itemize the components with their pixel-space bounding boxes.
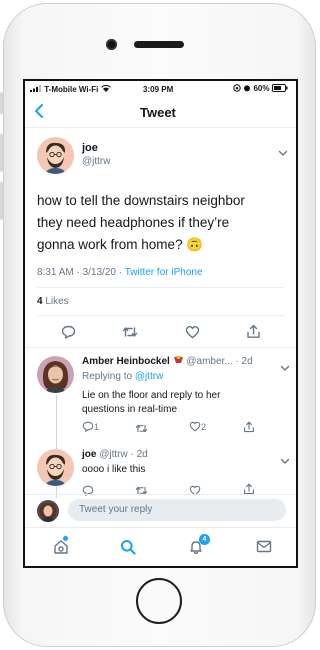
wifi-icon <box>100 85 111 94</box>
reply-icon <box>61 325 76 343</box>
heart-icon <box>189 421 201 434</box>
share-icon <box>243 482 255 499</box>
divider <box>37 315 284 316</box>
reply-action-share[interactable] <box>243 420 255 438</box>
back-button[interactable] <box>34 103 44 124</box>
notifications-badge: 4 <box>199 534 210 545</box>
author-name[interactable]: joe <box>82 449 96 460</box>
replying-prefix: Replying to <box>82 371 135 382</box>
meta-separator: · <box>115 267 125 278</box>
reply-menu-button[interactable] <box>280 359 290 377</box>
likes-count[interactable]: 4 Likes <box>37 296 69 307</box>
reply-text: Lie on the floor and reply to her questi… <box>82 389 220 417</box>
phone-screen: T-Mobile Wi-Fi 3:09 PM 60% Tweet joe @jt… <box>23 79 298 568</box>
reply-input[interactable]: Tweet your reply <box>68 499 286 521</box>
trophy-emoji-icon <box>173 355 184 368</box>
share-icon <box>246 324 261 343</box>
reply-action-share[interactable] <box>243 482 255 500</box>
avatar[interactable] <box>37 449 74 486</box>
lock-rotation-icon <box>233 84 241 94</box>
retweet-button[interactable] <box>122 325 138 344</box>
like-button[interactable] <box>185 325 200 344</box>
my-avatar <box>37 500 59 522</box>
reply-header: joe @jttrw · 2d <box>82 449 148 460</box>
home-new-dot <box>63 536 68 541</box>
reply-age: · 2d <box>235 356 253 367</box>
author-handle: @jttrw <box>82 156 111 167</box>
reply-text: oooo i like this <box>82 464 146 475</box>
tweet-date: 3/13/20 <box>82 267 116 278</box>
author-handle: @amber... <box>186 356 233 367</box>
tweet-text-line: they need headphones if they’re <box>37 215 230 230</box>
retweet-icon <box>135 421 148 438</box>
retweet-icon <box>122 326 138 343</box>
tweet-source-link[interactable]: Twitter for iPhone <box>125 267 203 278</box>
reply-header: Amber Heinbockel @amber... · 2d <box>82 355 253 368</box>
page-title: Tweet <box>140 105 176 120</box>
reply-action-like[interactable]: 2 <box>189 421 206 434</box>
divider <box>37 287 284 288</box>
avatar[interactable] <box>37 137 74 174</box>
home-button[interactable] <box>136 578 182 624</box>
reply-button[interactable] <box>61 325 76 344</box>
tweet-menu-button[interactable] <box>278 144 288 162</box>
composer-divider <box>25 494 296 495</box>
heart-icon <box>189 483 201 500</box>
replying-to-link[interactable]: @jttrw <box>135 371 163 382</box>
signal-icon <box>30 85 42 94</box>
retweet-icon <box>135 483 148 500</box>
home-icon <box>53 540 69 559</box>
search-icon <box>120 540 136 559</box>
like-count: 2 <box>201 421 207 432</box>
tweet-meta: 8:31 AM · 3/13/20 · Twitter for iPhone <box>37 267 203 278</box>
tab-messages[interactable] <box>256 540 272 558</box>
status-bar: T-Mobile Wi-Fi <box>30 85 111 94</box>
tweet-text-line: gonna work from home? 🙃 <box>37 237 204 252</box>
chevron-down-icon <box>280 359 290 376</box>
messages-icon <box>256 540 272 557</box>
front-camera <box>106 39 117 50</box>
tweet-text: how to tell the downstairs neighbor they… <box>37 190 245 256</box>
volume-down-button <box>0 182 3 220</box>
avatar[interactable] <box>37 356 74 393</box>
status-time: 3:09 PM <box>143 85 174 94</box>
replying-to: Replying to @jttrw <box>82 371 163 382</box>
mute-switch <box>0 92 3 114</box>
status-right: 60% <box>233 84 288 94</box>
divider <box>25 347 296 348</box>
reply-text-line: questions in real-time <box>82 404 178 415</box>
carrier-label: T-Mobile Wi-Fi <box>44 85 99 94</box>
earpiece-speaker <box>134 41 184 48</box>
meta-separator: · <box>73 267 83 278</box>
reply-icon <box>82 483 94 500</box>
tab-search[interactable] <box>120 539 136 560</box>
reply-action-retweet[interactable] <box>135 421 148 439</box>
volume-up-button <box>0 134 3 172</box>
reply-menu-button[interactable] <box>280 452 290 470</box>
alarm-icon <box>243 84 251 94</box>
share-button[interactable] <box>246 324 261 344</box>
battery-percent: 60% <box>253 84 270 94</box>
battery-icon <box>271 84 288 94</box>
reply-text-line: Lie on the floor and reply to her <box>82 390 221 401</box>
tab-home[interactable] <box>53 536 69 560</box>
reply-count: 1 <box>94 421 100 432</box>
author-name[interactable]: joe <box>82 142 98 154</box>
chevron-down-icon <box>280 452 290 469</box>
author-name[interactable]: Amber Heinbockel <box>82 356 170 367</box>
heart-icon <box>185 326 200 343</box>
tweet-text-line: how to tell the downstairs neighbor <box>37 193 245 208</box>
share-icon <box>243 420 255 437</box>
header-divider <box>25 127 296 128</box>
tweet-time: 8:31 AM <box>37 267 74 278</box>
tab-bar-divider <box>25 527 296 528</box>
reply-icon <box>82 421 94 434</box>
tab-notifications[interactable]: 4 <box>188 534 210 560</box>
reply-action-reply[interactable]: 1 <box>82 421 99 434</box>
likes-label: Likes <box>42 296 69 307</box>
author-handle: @jttrw <box>99 449 128 460</box>
chevron-left-icon <box>34 104 44 123</box>
reply-age: · 2d <box>130 449 148 460</box>
chevron-down-icon <box>278 144 288 161</box>
